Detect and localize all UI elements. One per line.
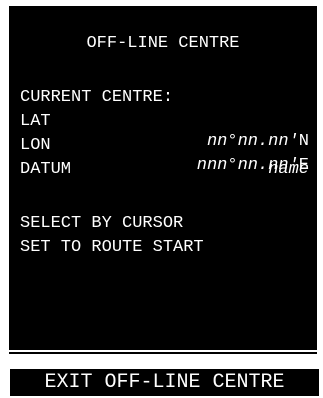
datum-label: DATUM (20, 160, 72, 179)
lat-label: LAT (20, 112, 51, 131)
display-panel: OFF-LINE CENTRE CURRENT CENTRE: LAT nn°n… (9, 6, 317, 350)
footer-divider (9, 352, 317, 354)
current-centre-heading: CURRENT CENTRE: (20, 88, 174, 107)
exit-off-line-centre-button[interactable]: EXIT OFF-LINE CENTRE (9, 368, 320, 397)
select-by-cursor-option[interactable]: SELECT BY CURSOR (20, 214, 183, 234)
page-title: OFF-LINE CENTRE (86, 34, 240, 53)
off-line-centre-screen: OFF-LINE CENTRE CURRENT CENTRE: LAT nn°n… (0, 0, 323, 398)
lon-label: LON (20, 136, 51, 155)
datum-value: name (268, 160, 309, 179)
set-to-route-start-option[interactable]: SET TO ROUTE START (20, 238, 204, 258)
